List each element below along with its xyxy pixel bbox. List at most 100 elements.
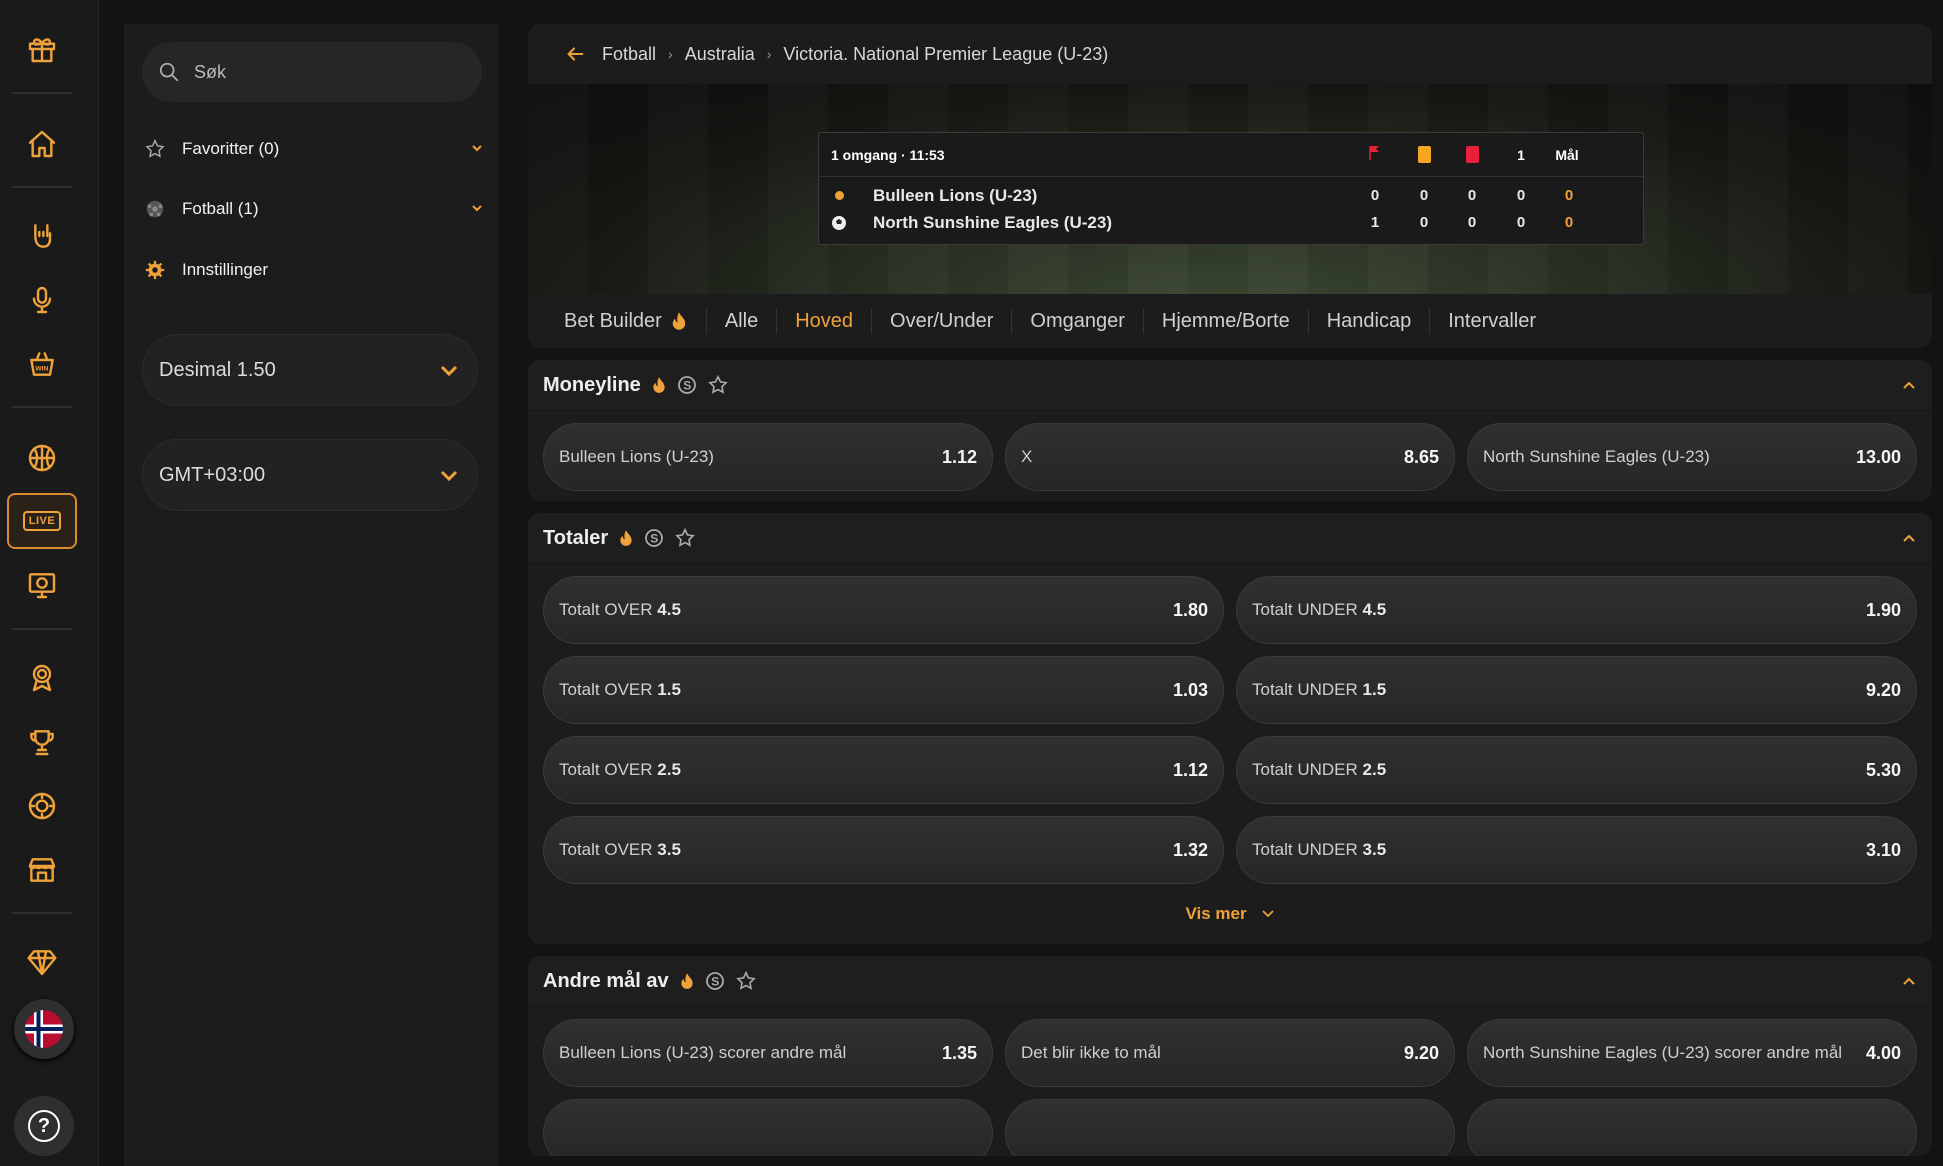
odds-button[interactable]: Totalt OVER 3.5 1.32 — [543, 816, 1224, 884]
back-arrow-icon[interactable] — [564, 43, 586, 65]
live-icon[interactable]: LIVE — [7, 493, 77, 549]
odds-value: 1.35 — [941, 1042, 977, 1063]
odds-button[interactable]: Bulleen Lions (U-23) scorer andre mål 1.3… — [543, 1019, 993, 1087]
odds-label: Totalt OVER 2.5 — [559, 760, 681, 780]
over-prefix: Totalt OVER — [559, 840, 653, 859]
home-icon[interactable] — [22, 124, 62, 164]
market-header[interactable]: Totaler S — [528, 513, 1932, 564]
chevron-up-icon[interactable] — [1902, 380, 1916, 390]
trophy-icon[interactable] — [22, 722, 62, 762]
odds-label: Totalt UNDER 3.5 — [1252, 840, 1386, 860]
odds-button[interactable]: Totalt UNDER 2.5 5.30 — [1236, 736, 1917, 804]
search-input[interactable] — [194, 61, 454, 83]
sidebar-item-settings[interactable]: Innstillinger — [144, 250, 484, 290]
odds-value: 1.03 — [1172, 679, 1208, 700]
rail-divider — [12, 186, 72, 188]
market-totals: Totaler S Totalt OVER 4.5 1.80 Totalt UND… — [528, 513, 1932, 944]
odds-button[interactable]: Totalt UNDER 3.5 3.10 — [1236, 816, 1917, 884]
breadcrumb-item[interactable]: Fotball — [602, 44, 656, 65]
dollar-icon[interactable]: S — [644, 528, 664, 548]
app-root: WIN LIVE ? Søk Favoritter (0) Fotball (1… — [0, 0, 1943, 1166]
chevron-down-icon — [1261, 910, 1274, 918]
market-header[interactable]: Andre mål av S — [528, 956, 1932, 1007]
sidebar-item-label: Favoritter (0) — [182, 139, 280, 158]
microphone-icon[interactable] — [22, 280, 62, 320]
odds-button[interactable]: Det blir ikke to mål 9.20 — [1005, 1019, 1455, 1087]
odds-button[interactable]: X 8.65 — [1005, 423, 1455, 491]
svg-text:S: S — [651, 532, 659, 546]
star-icon — [145, 139, 165, 158]
odds-button[interactable]: Totalt OVER 1.5 1.03 — [543, 656, 1224, 724]
sidebar-item-football[interactable]: Fotball (1) — [144, 189, 484, 229]
odds-button[interactable]: Bulleen Lions (U-23) 1.12 — [543, 423, 993, 491]
tab-main[interactable]: Hoved — [777, 308, 873, 334]
breadcrumb: Fotball › Australia › Victoria. National… — [528, 24, 1932, 84]
breadcrumb-item[interactable]: Australia — [685, 44, 755, 65]
breadcrumb-item[interactable]: Victoria. National Premier League (U-23) — [783, 44, 1108, 65]
football-icon — [146, 200, 164, 218]
award-icon[interactable] — [22, 658, 62, 698]
odds-button[interactable]: North Sunshine Eagles (U-23) scorer andr… — [1467, 1019, 1917, 1087]
search-box[interactable] — [142, 42, 482, 102]
total-line: 3.5 — [657, 840, 681, 859]
show-more-button[interactable]: Vis mer — [528, 884, 1932, 944]
odds-button[interactable]: Totalt OVER 4.5 1.80 — [543, 576, 1224, 644]
odds-grid: Bulleen Lions (U-23) scorer andre mål 1.3… — [528, 1007, 1932, 1156]
win-basket-icon[interactable]: WIN — [22, 344, 62, 384]
odds-button[interactable]: Totalt UNDER 1.5 9.20 — [1236, 656, 1917, 724]
tab-handicap[interactable]: Handicap — [1309, 308, 1431, 334]
tab-over-under[interactable]: Over/Under — [872, 308, 1013, 334]
odds-label: Det blir ikke to mål — [1021, 1043, 1161, 1062]
red-card-icon — [1457, 146, 1487, 167]
over-prefix: Totalt OVER — [559, 680, 653, 699]
fire-icon — [651, 376, 667, 394]
tv-football-icon[interactable] — [22, 565, 62, 605]
help-icon[interactable]: ? — [14, 1096, 74, 1156]
over-prefix: Totalt OVER — [559, 600, 653, 619]
odds-button-partial[interactable] — [1467, 1099, 1917, 1156]
chevron-up-icon[interactable] — [1902, 533, 1916, 543]
half-column-label: 1 — [1517, 147, 1525, 163]
goals-column-label: Mål — [1555, 147, 1579, 163]
half-value: 0 — [1516, 214, 1526, 231]
sidebar-item-favorites[interactable]: Favoritter (0) — [144, 129, 484, 169]
svg-text:S: S — [711, 975, 719, 989]
star-icon[interactable] — [707, 374, 729, 396]
total-line: 3.5 — [1362, 840, 1387, 859]
odds-format-select[interactable]: Desimal 1.50 — [142, 334, 478, 406]
team-row-home: Bulleen Lions (U-23) 0 0 0 0 0 — [819, 182, 1643, 209]
rock-hand-icon[interactable] — [22, 216, 62, 256]
gift-icon[interactable] — [22, 29, 62, 69]
odds-format-value: Desimal 1.50 — [159, 358, 276, 381]
serving-dot-icon — [835, 191, 844, 200]
odds-button-partial[interactable] — [543, 1099, 993, 1156]
diamond-icon[interactable] — [22, 942, 62, 982]
norway-flag-icon[interactable] — [14, 999, 74, 1059]
tab-all[interactable]: Alle — [707, 308, 778, 334]
tab-intervals[interactable]: Intervaller — [1430, 308, 1554, 334]
basketball-icon[interactable] — [22, 438, 62, 478]
odds-value: 8.65 — [1403, 446, 1439, 467]
odds-label: Totalt UNDER 2.5 — [1252, 760, 1386, 780]
market-header[interactable]: Moneyline S — [528, 360, 1932, 411]
fire-icon — [672, 312, 686, 330]
chevron-up-icon[interactable] — [1902, 976, 1916, 986]
tab-label: Over/Under — [890, 309, 994, 332]
odds-button-partial[interactable] — [1005, 1099, 1455, 1156]
store-icon[interactable] — [22, 850, 62, 890]
tab-halves[interactable]: Omganger — [1012, 308, 1144, 334]
star-icon[interactable] — [674, 527, 696, 549]
dollar-icon[interactable]: S — [705, 971, 725, 991]
poker-chip-icon[interactable] — [22, 786, 62, 826]
timezone-select[interactable]: GMT+03:00 — [142, 439, 478, 511]
tab-bet-builder[interactable]: Bet Builder — [546, 308, 707, 334]
odds-button[interactable]: Totalt OVER 2.5 1.12 — [543, 736, 1224, 804]
dollar-icon[interactable]: S — [677, 375, 697, 395]
odds-label: Totalt UNDER 1.5 — [1252, 680, 1386, 700]
side-panel: Favoritter (0) Fotball (1) Innstillinger… — [124, 24, 498, 1166]
odds-button[interactable]: Totalt UNDER 4.5 1.90 — [1236, 576, 1917, 644]
star-icon[interactable] — [735, 970, 757, 992]
odds-value: 1.12 — [941, 446, 977, 467]
tab-home-away[interactable]: Hjemme/Borte — [1144, 308, 1309, 334]
odds-button[interactable]: North Sunshine Eagles (U-23) 13.00 — [1467, 423, 1917, 491]
